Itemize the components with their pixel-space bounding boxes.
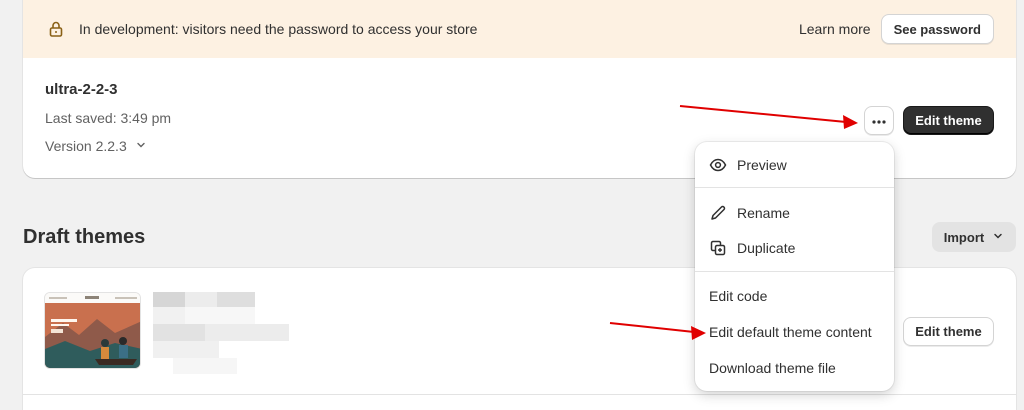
menu-item-label: Edit default theme content: [709, 324, 872, 340]
lock-icon: [47, 20, 65, 38]
row-divider: [23, 394, 1016, 395]
menu-item-label: Preview: [737, 157, 787, 173]
menu-separator: [695, 271, 894, 272]
menu-item-download-theme[interactable]: Download theme file: [701, 353, 888, 383]
redacted-text: [185, 292, 217, 307]
chevron-down-icon: [992, 230, 1004, 245]
banner-message: In development: visitors need the passwo…: [79, 21, 478, 37]
menu-item-preview[interactable]: Preview: [701, 150, 888, 180]
redacted-text: [185, 307, 255, 324]
import-button[interactable]: Import: [932, 222, 1016, 252]
import-label: Import: [943, 229, 985, 245]
last-saved: Last saved: 3:49 pm: [45, 110, 172, 126]
menu-item-label: Rename: [737, 205, 790, 221]
version-label: Version 2.2.3: [45, 138, 127, 154]
redacted-text: [217, 292, 255, 307]
draft-edit-theme-button[interactable]: Edit theme: [903, 317, 994, 346]
duplicate-icon: [709, 239, 727, 257]
ellipsis-icon: [871, 113, 887, 128]
menu-item-label: Edit code: [709, 288, 768, 304]
see-password-button[interactable]: See password: [880, 14, 994, 44]
redacted-text: [173, 358, 237, 374]
menu-item-rename[interactable]: Rename: [701, 198, 888, 228]
menu-item-edit-default-content[interactable]: Edit default theme content: [701, 317, 888, 347]
redacted-text: [205, 324, 289, 341]
edit-theme-button[interactable]: Edit theme: [903, 106, 994, 135]
learn-more-link[interactable]: Learn more: [799, 21, 871, 37]
menu-item-label: Duplicate: [737, 240, 796, 256]
redacted-text: [153, 307, 185, 324]
menu-item-duplicate[interactable]: Duplicate: [701, 233, 888, 263]
development-banner: In development: visitors need the passwo…: [23, 0, 1016, 58]
theme-actions-menu: Preview Rename Duplicate Edit code Edit …: [695, 142, 894, 391]
draft-themes-heading: Draft themes: [23, 226, 146, 248]
redacted-text: [153, 292, 185, 307]
chevron-down-icon: [135, 138, 147, 154]
pencil-icon: [709, 204, 727, 222]
menu-separator: [695, 187, 894, 188]
redacted-text: [153, 324, 205, 341]
redacted-text: [153, 341, 219, 358]
menu-item-edit-code[interactable]: Edit code: [701, 281, 888, 311]
more-actions-button[interactable]: [864, 106, 894, 135]
theme-name: ultra-2-2-3: [45, 81, 118, 98]
draft-theme-thumbnail: [44, 292, 141, 369]
version-dropdown[interactable]: Version 2.2.3: [45, 138, 147, 154]
menu-item-label: Download theme file: [709, 360, 836, 376]
eye-icon: [709, 156, 727, 174]
